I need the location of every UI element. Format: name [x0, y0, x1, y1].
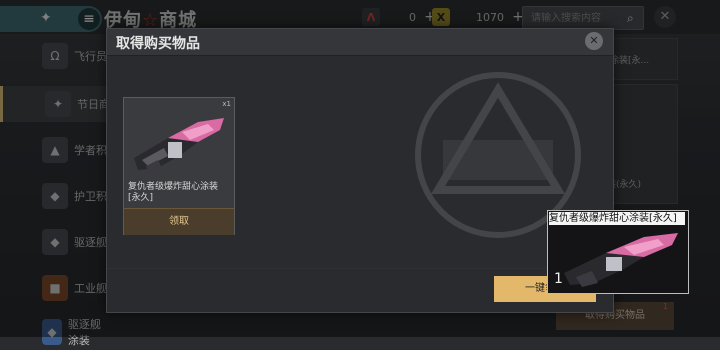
item-name: 复仇者级爆炸甜心涂装[永久]: [128, 182, 219, 203]
drag-preview-card[interactable]: 复仇者级爆炸甜心涂装[永久] 1: [547, 210, 689, 294]
drag-preview-count: 1: [554, 271, 563, 287]
purchased-items-dialog: 取得购买物品 ✕ x1 复仇者级爆炸甜心涂装[永久] 领取: [106, 28, 614, 313]
item-count: x1: [222, 100, 231, 108]
close-dialog-button[interactable]: ✕: [585, 32, 603, 50]
claim-button[interactable]: 领取: [124, 208, 234, 235]
purchased-item-card: x1 复仇者级爆炸甜心涂装[永久] 领取: [123, 97, 235, 235]
ship-skin-image: [134, 118, 224, 176]
ship-skin-image: [564, 233, 678, 287]
dialog-body: x1 复仇者级爆炸甜心涂装[永久] 领取: [107, 56, 613, 268]
dialog-header: 取得购买物品 ✕: [107, 29, 613, 56]
dialog-title: 取得购买物品: [116, 36, 200, 52]
drag-preview-name: 复仇者级爆炸甜心涂装[永久]: [549, 212, 685, 225]
